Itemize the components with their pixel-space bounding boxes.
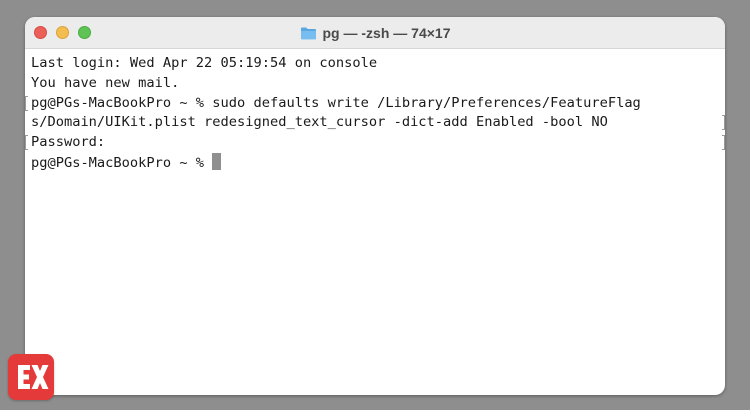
terminal-command-text: s/Domain/UIKit.plist redesigned_text_cur… xyxy=(31,114,608,131)
shell-prompt: pg@PGs-MacBookPro ~ % xyxy=(31,154,213,171)
brand-name: 익스트림 매뉴얼 xyxy=(62,369,209,394)
password-prompt: Password: xyxy=(31,134,106,151)
terminal-output[interactable]: Last login: Wed Apr 22 05:19:54 on conso… xyxy=(25,54,725,173)
brand-logo-icon xyxy=(8,354,54,400)
brand-watermark: More Better IT Life 익스트림 매뉴얼 xyxy=(8,352,209,402)
terminal-command-line: pg@PGs-MacBookPro ~ % sudo defaults writ… xyxy=(25,94,719,114)
terminal-line: s/Domain/UIKit.plist redesigned_text_cur… xyxy=(31,113,725,133)
mark-bracket-left xyxy=(25,135,28,151)
window-title-area: pg — -zsh — 74×17 xyxy=(25,17,725,49)
brand-tagline: More Better IT Life xyxy=(62,360,128,368)
mark-bracket-right xyxy=(722,115,725,131)
folder-icon xyxy=(300,27,316,40)
terminal-prompt-line[interactable]: pg@PGs-MacBookPro ~ % xyxy=(31,152,719,173)
terminal-password-line: Password: xyxy=(25,133,725,153)
title-bar[interactable]: pg — -zsh — 74×17 xyxy=(25,17,725,49)
terminal-window: pg — -zsh — 74×17 Last login: Wed Apr 22… xyxy=(25,17,725,395)
brand-text: More Better IT Life 익스트림 매뉴얼 xyxy=(62,360,209,395)
ex-logo-icon xyxy=(18,365,49,389)
mark-bracket-left xyxy=(25,95,28,111)
window-title: pg — -zsh — 74×17 xyxy=(322,25,451,41)
terminal-command-text: pg@PGs-MacBookPro ~ % sudo defaults writ… xyxy=(31,94,641,111)
terminal-line: You have new mail. xyxy=(31,74,180,91)
mark-bracket-right xyxy=(722,135,725,151)
terminal-line: Last login: Wed Apr 22 05:19:54 on conso… xyxy=(31,55,378,71)
text-cursor xyxy=(212,152,222,170)
